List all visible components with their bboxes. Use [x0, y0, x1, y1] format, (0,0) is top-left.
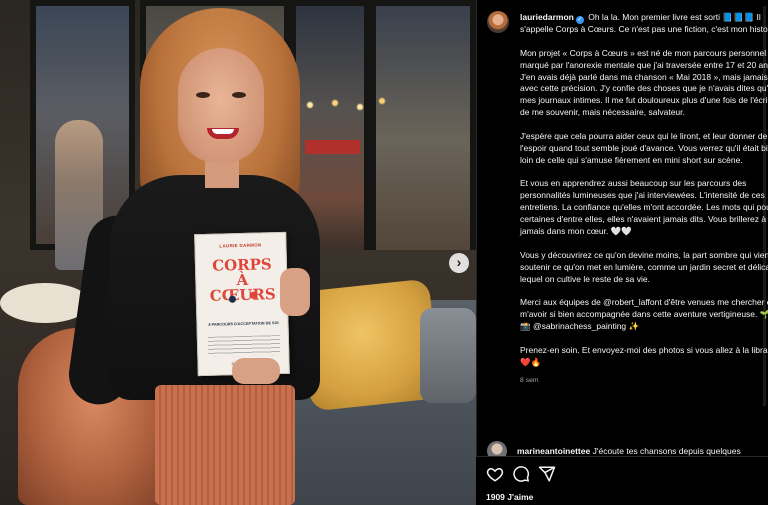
heart-icon[interactable]: [486, 465, 504, 483]
caption-paragraph: Merci aux équipes de @robert_laffont d'ê…: [520, 297, 768, 333]
verified-badge-icon: ✓: [575, 16, 584, 24]
book-cover: LAURIE DARMON CORPS À CŒURS 8 PARCOURS D…: [194, 231, 290, 377]
post-timestamp[interactable]: 8 sem: [520, 375, 768, 387]
string-lights: [300, 95, 390, 115]
book-subtitle: 8 PARCOURS D'ACCEPTATION DE SOI: [208, 321, 279, 327]
caption-paragraph: J'espère que cela pourra aider ceux qui …: [520, 130, 768, 165]
eye: [232, 92, 246, 98]
grey-cushion: [420, 308, 476, 403]
comment-icon[interactable]: [512, 465, 530, 483]
woman-neck: [205, 160, 239, 188]
caption-paragraph: Prenez-en soin. Et envoyez-moi des photo…: [520, 344, 768, 367]
book-author: LAURIE DARMON: [219, 242, 262, 249]
post-username[interactable]: lauriedarmon: [520, 12, 574, 22]
woman-hand: [280, 268, 310, 316]
post-details-panel: lauriedarmon ✓ Oh la la. Mon premier livr…: [476, 0, 768, 505]
book-illustration: [216, 281, 270, 317]
caption-paragraph: Mon projet « Corps à Cœurs » est né de m…: [520, 47, 768, 118]
comment-body: J'écoute tes chansons depuis quelques: [592, 446, 741, 456]
caption-paragraph: Et vous en apprendrez aussi beaucoup sur…: [520, 178, 768, 237]
post-action-bar: 1909 J'aime: [476, 456, 768, 505]
chevron-right-icon[interactable]: ›: [449, 253, 469, 273]
woman-hand: [232, 358, 280, 384]
eye: [196, 92, 210, 98]
caption-paragraph: lauriedarmon ✓ Oh la la. Mon premier livr…: [520, 12, 768, 36]
post-caption: lauriedarmon ✓ Oh la la. Mon premier livr…: [487, 11, 768, 387]
window: [370, 0, 476, 280]
comment-text: marineantoinettee J'écoute tes chansons …: [517, 446, 741, 456]
likes-count[interactable]: 1909 J'aime: [486, 492, 533, 502]
avatar[interactable]: [487, 11, 509, 33]
woman-pants: [155, 385, 295, 505]
book-cover-text-lines: [207, 335, 281, 357]
comment-username[interactable]: marineantoinettee: [517, 446, 590, 456]
caption-text: lauriedarmon ✓ Oh la la. Mon premier livr…: [520, 12, 768, 387]
share-icon[interactable]: [538, 465, 556, 483]
post-photo[interactable]: LAURIE DARMON CORPS À CŒURS 8 PARCOURS D…: [0, 0, 476, 505]
caption-paragraph-text: Merci aux équipes de @robert_laffont d'ê…: [520, 297, 768, 320]
storefront-sign: [305, 140, 360, 154]
caption-paragraph: Vous y découvrirez ce qu'on devine moins…: [520, 249, 768, 284]
woman-face: [178, 48, 264, 163]
photo-credit: 📸 @sabrinachess_painting ✨: [520, 321, 640, 332]
